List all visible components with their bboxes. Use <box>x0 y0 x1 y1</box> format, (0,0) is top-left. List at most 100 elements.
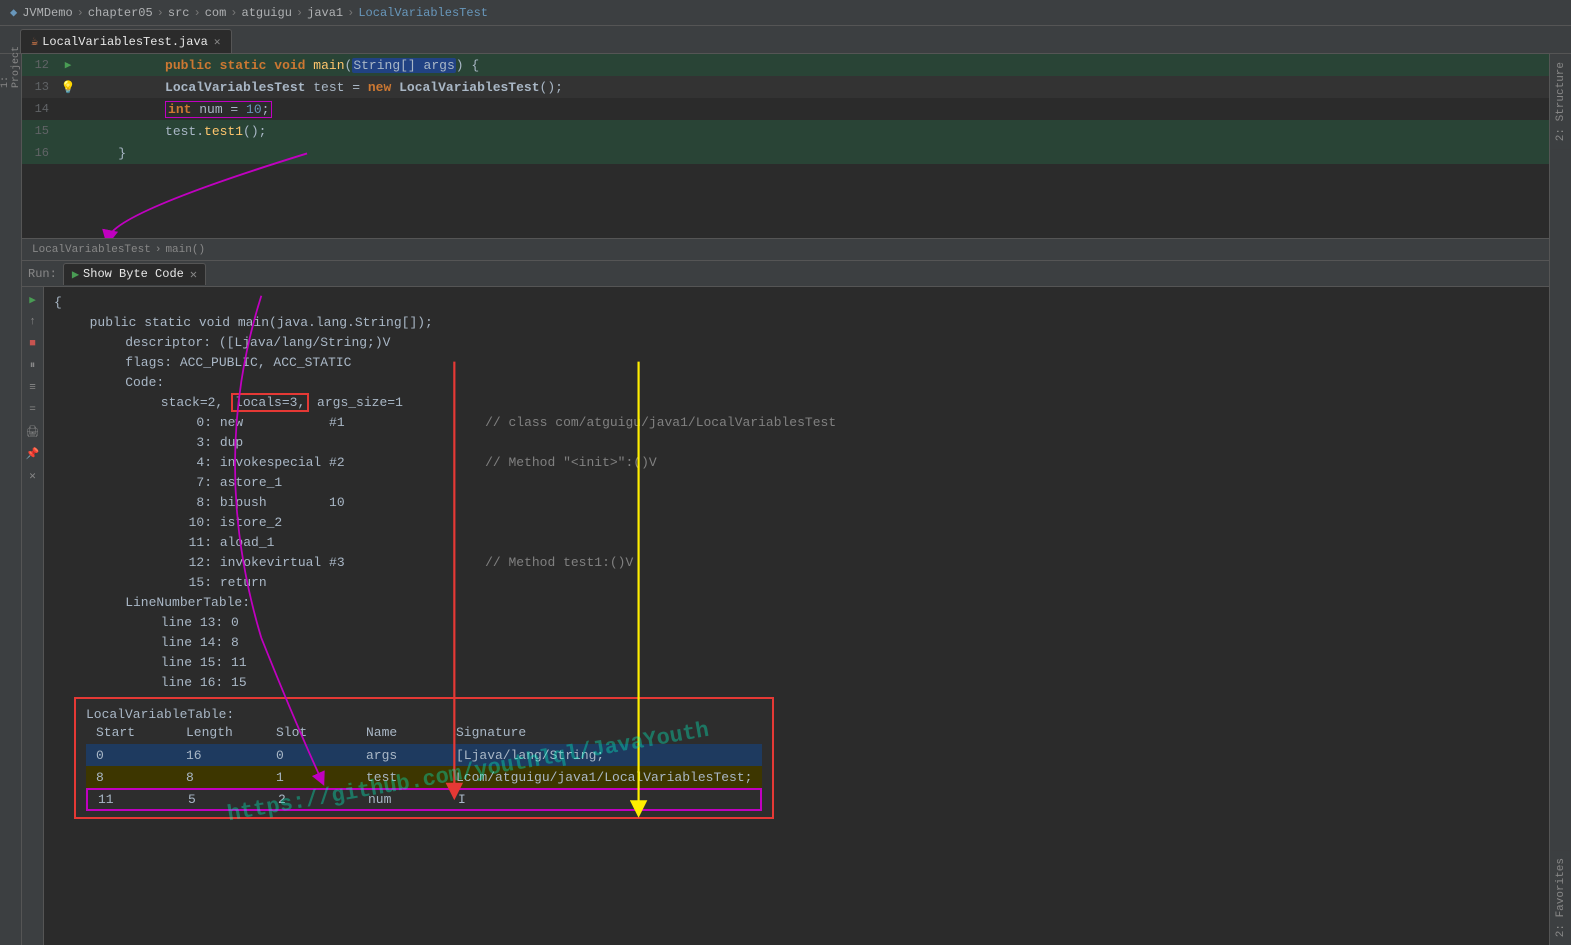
toolbar-up-icon[interactable]: ↑ <box>24 313 42 331</box>
breadcrumb-item-src[interactable]: src <box>168 6 190 20</box>
breadcrumb-item-com[interactable]: com <box>205 6 227 20</box>
lvt-col-name: Name <box>366 725 426 740</box>
content-area: 12 ▶ public static void main(String[] ar… <box>22 54 1549 945</box>
bottom-inner: ▶ ↑ ■ ⏸ ≡ = 🖨 📌 ✕ https://github.com/you… <box>22 287 1549 945</box>
lvt-test-name: test <box>366 770 426 785</box>
bc-line-3: 3: dup <box>54 433 1539 453</box>
lvt-num-length: 5 <box>188 792 248 807</box>
lvt-row-test: 8 8 1 test Lcom/atguigu/java1/LocalVaria… <box>86 766 762 788</box>
bc-line-10: 10: istore_2 <box>54 513 1539 533</box>
line-number-15: 15 <box>22 124 57 138</box>
left-sidebar: 1: Project <box>0 54 22 945</box>
run-tab-close[interactable]: ✕ <box>190 267 197 282</box>
run-tab-play-icon: ▶ <box>72 267 79 282</box>
code-line-16: 16 } <box>22 142 1549 164</box>
sidebar-project-icon[interactable]: 1: Project <box>2 58 20 76</box>
lvt-args-sig: [Ljava/lang/String; <box>456 748 706 763</box>
toolbar-print-icon[interactable]: 🖨 <box>24 423 42 441</box>
run-tab-label: Show Byte Code <box>83 267 184 281</box>
line-gutter-13[interactable]: 💡 <box>57 80 79 95</box>
editor-nav: LocalVariablesTest › main() <box>22 239 1549 261</box>
lvt-test-slot: 1 <box>276 770 336 785</box>
bc-line-descriptor: descriptor: ([Ljava/lang/String;)V <box>54 333 1539 353</box>
bc-line-code: Code: <box>54 373 1539 393</box>
right-tab-favorites[interactable]: 2: Favorites <box>1552 850 1570 945</box>
lvt-col-start: Start <box>96 725 156 740</box>
lvt-col-sig: Signature <box>456 725 706 740</box>
warning-gutter-icon: 💡 <box>61 80 76 95</box>
editor-nav-class[interactable]: LocalVariablesTest <box>32 244 151 256</box>
toolbar-pin-icon[interactable]: 📌 <box>24 445 42 463</box>
breadcrumb-item-java1[interactable]: java1 <box>307 6 343 20</box>
lvt-num-sig: I <box>458 792 708 807</box>
bc-line-open: { <box>54 293 1539 313</box>
editor-nav-method[interactable]: main() <box>165 244 205 256</box>
line-gutter-12[interactable]: ▶ <box>57 58 79 72</box>
lvt-col-slot: Slot <box>276 725 336 740</box>
run-toolbar: ▶ ↑ ■ ⏸ ≡ = 🖨 📌 ✕ <box>22 287 44 945</box>
bc-line-11: 11: aload_1 <box>54 533 1539 553</box>
line-number-14: 14 <box>22 102 57 116</box>
right-tab-structure[interactable]: 2: Structure <box>1552 54 1570 149</box>
bc-line-lnt-16: line 16: 15 <box>54 673 1539 693</box>
toolbar-stop-icon[interactable]: ■ <box>24 335 42 353</box>
toolbar-pause-icon[interactable]: ⏸ <box>24 357 42 375</box>
bytecode-content[interactable]: https://github.com/youthlql/JavaYouth { … <box>44 287 1549 945</box>
bottom-panel: Run: ▶ Show Byte Code ✕ ▶ ↑ ■ ⏸ ≡ = 🖨 <box>22 261 1549 945</box>
show-bytecode-tab[interactable]: ▶ Show Byte Code ✕ <box>63 263 206 285</box>
lvt-args-name: args <box>366 748 426 763</box>
bc-line-lnt-14: line 14: 8 <box>54 633 1539 653</box>
lvt-args-start: 0 <box>96 748 156 763</box>
breadcrumb-bar: ◆ JVMDemo › chapter05 › src › com › atgu… <box>0 0 1571 26</box>
toolbar-format-icon[interactable]: = <box>24 401 42 419</box>
bc-line-lnt-header: LineNumberTable: <box>54 593 1539 613</box>
bc-line-7: 7: astore_1 <box>54 473 1539 493</box>
toolbar-play-icon[interactable]: ▶ <box>24 291 42 309</box>
lvt-row-args: 0 16 0 args [Ljava/lang/String; <box>86 744 762 766</box>
bc-line-4: 4: invokespecial #2 // Method "<init>":(… <box>54 453 1539 473</box>
editor-tab-close[interactable]: ✕ <box>214 35 221 49</box>
bc-line-15: 15: return <box>54 573 1539 593</box>
bc-line-lnt-13: line 13: 0 <box>54 613 1539 633</box>
bc-line-8: 8: bipush 10 <box>54 493 1539 513</box>
editor-tab-localvariablestest[interactable]: ☕ LocalVariablesTest.java ✕ <box>20 29 232 53</box>
editor-tab-bar: ☕ LocalVariablesTest.java ✕ <box>0 26 1571 54</box>
lvt-args-length: 16 <box>186 748 246 763</box>
breadcrumb-item-chapter[interactable]: chapter05 <box>88 6 153 20</box>
lvt-num-slot: 2 <box>278 792 338 807</box>
breadcrumb-item-atguigu[interactable]: atguigu <box>242 6 292 20</box>
java-file-icon: ☕ <box>31 34 38 49</box>
lvt-num-name: num <box>368 792 428 807</box>
right-sidebar: 2: Structure 2: Favorites <box>1549 54 1571 945</box>
bc-line-lnt-15: line 15: 11 <box>54 653 1539 673</box>
lvt-num-start: 11 <box>98 792 158 807</box>
toolbar-rerun-icon[interactable]: ≡ <box>24 379 42 397</box>
lvt-test-start: 8 <box>96 770 156 785</box>
run-bar: Run: ▶ Show Byte Code ✕ <box>22 261 1549 287</box>
breadcrumb-item-jvmdemo[interactable]: JVMDemo <box>22 6 72 20</box>
line-number-12: 12 <box>22 58 57 72</box>
code-line-16-content: } <box>79 146 1549 161</box>
editor-tab-label: LocalVariablesTest.java <box>42 35 208 49</box>
lvt-col-length: Length <box>186 725 246 740</box>
lvt-row-num: 11 5 2 num I <box>86 788 762 811</box>
code-line-15: 15 test.test1(); <box>22 120 1549 142</box>
line-number-16: 16 <box>22 146 57 160</box>
lvt-test-length: 8 <box>186 770 246 785</box>
bc-line-method-sig: public static void main(java.lang.String… <box>54 313 1539 333</box>
line-number-13: 13 <box>22 80 57 94</box>
breadcrumb-project-icon: ◆ <box>10 5 17 20</box>
lvt-header-row: Start Length Slot Name Signature <box>86 725 762 740</box>
run-label: Run: <box>28 267 57 281</box>
code-editor: 12 ▶ public static void main(String[] ar… <box>22 54 1549 239</box>
breadcrumb-item-class[interactable]: LocalVariablesTest <box>358 6 488 20</box>
bc-line-0: 0: new #1 // class com/atguigu/java1/Loc… <box>54 413 1539 433</box>
toolbar-delete-icon[interactable]: ✕ <box>24 467 42 485</box>
run-gutter-icon[interactable]: ▶ <box>65 58 72 72</box>
lvt-section: LocalVariableTable: Start Length Slot Na… <box>74 697 774 819</box>
lvt-title: LocalVariableTable: <box>86 705 762 725</box>
bc-line-stack: stack=2, locals=3, args_size=1 <box>54 393 1539 413</box>
bc-line-flags: flags: ACC_PUBLIC, ACC_STATIC <box>54 353 1539 373</box>
main-layout: 1: Project 12 ▶ public static void main(… <box>0 54 1571 945</box>
lvt-args-slot: 0 <box>276 748 336 763</box>
